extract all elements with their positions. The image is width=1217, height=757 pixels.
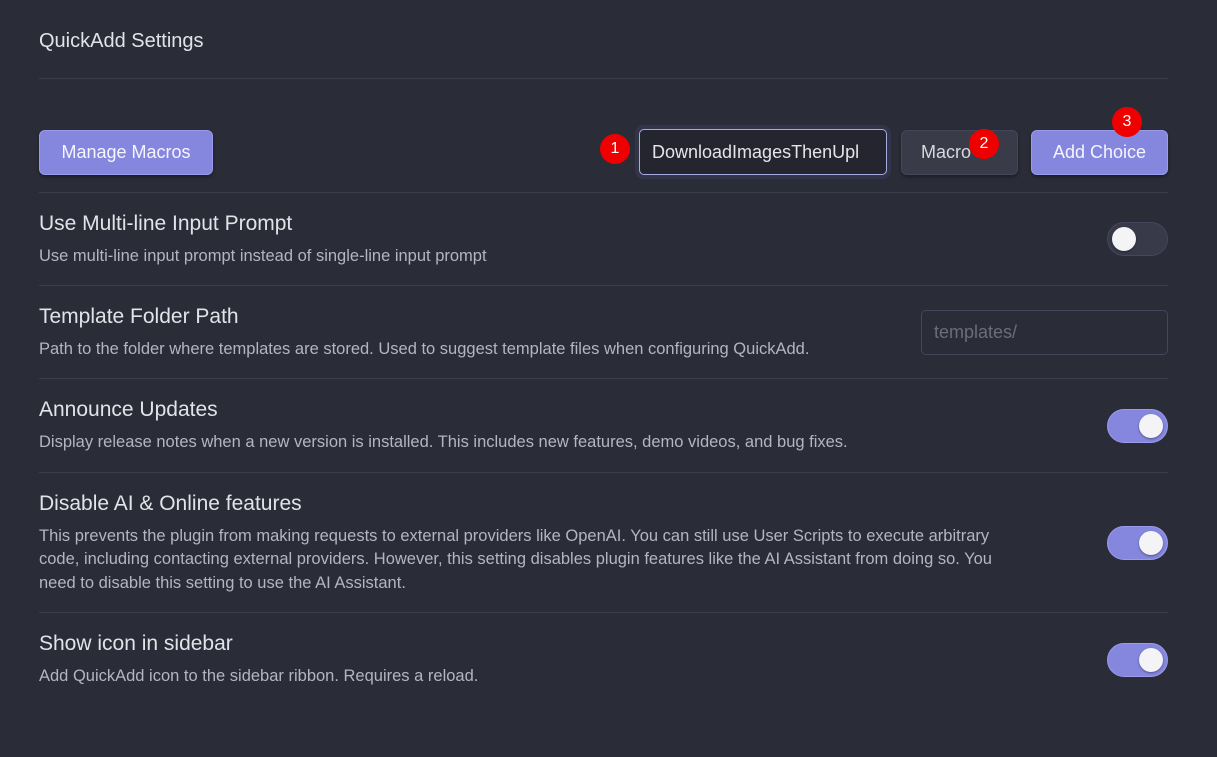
divider	[39, 612, 1168, 613]
toggle-multiline-prompt[interactable]	[1107, 222, 1168, 256]
setting-name-multiline-prompt: Use Multi-line Input Prompt	[39, 212, 293, 235]
toggle-disable-ai[interactable]	[1107, 526, 1168, 560]
toggle-knob	[1112, 227, 1136, 251]
toggle-knob	[1139, 414, 1163, 438]
toggle-show-icon-sidebar[interactable]	[1107, 643, 1168, 677]
divider	[39, 378, 1168, 379]
annotation-badge-3: 3	[1112, 107, 1142, 137]
setting-name-disable-ai: Disable AI & Online features	[39, 492, 302, 515]
toggle-announce-updates[interactable]	[1107, 409, 1168, 443]
annotation-badge-1: 1	[600, 134, 630, 164]
setting-name-template-folder: Template Folder Path	[39, 305, 239, 328]
toggle-knob	[1139, 648, 1163, 672]
add-choice-button[interactable]: Add Choice	[1031, 130, 1168, 175]
divider	[39, 472, 1168, 473]
choice-name-input-wrapper: DownloadImagesThenUpl	[635, 125, 891, 179]
choice-name-input[interactable]: DownloadImagesThenUpl	[639, 129, 887, 175]
setting-name-announce-updates: Announce Updates	[39, 398, 218, 421]
setting-desc-announce-updates: Display release notes when a new version…	[39, 433, 848, 451]
setting-desc-disable-ai-line-1: This prevents the plugin from making req…	[39, 527, 990, 545]
template-folder-input[interactable]: templates/	[921, 310, 1168, 355]
quickadd-settings-page: QuickAdd Settings Manage Macros Download…	[0, 0, 1217, 757]
manage-macros-button[interactable]: Manage Macros	[39, 130, 213, 175]
divider	[39, 192, 1168, 193]
setting-desc-multiline-prompt: Use multi-line input prompt instead of s…	[39, 247, 487, 265]
setting-desc-disable-ai-line-3: need to disable this setting to use the …	[39, 574, 406, 592]
toggle-knob	[1139, 531, 1163, 555]
divider	[39, 285, 1168, 286]
setting-name-show-icon-sidebar: Show icon in sidebar	[39, 632, 233, 655]
setting-desc-template-folder: Path to the folder where templates are s…	[39, 340, 810, 358]
divider	[39, 78, 1168, 79]
annotation-badge-2: 2	[969, 129, 999, 159]
choice-type-dropdown[interactable]: Macro	[901, 130, 1018, 175]
setting-desc-disable-ai-line-2: code, including contacting external prov…	[39, 550, 992, 568]
setting-desc-show-icon-sidebar: Add QuickAdd icon to the sidebar ribbon.…	[39, 667, 479, 685]
page-title: QuickAdd Settings	[39, 30, 204, 52]
